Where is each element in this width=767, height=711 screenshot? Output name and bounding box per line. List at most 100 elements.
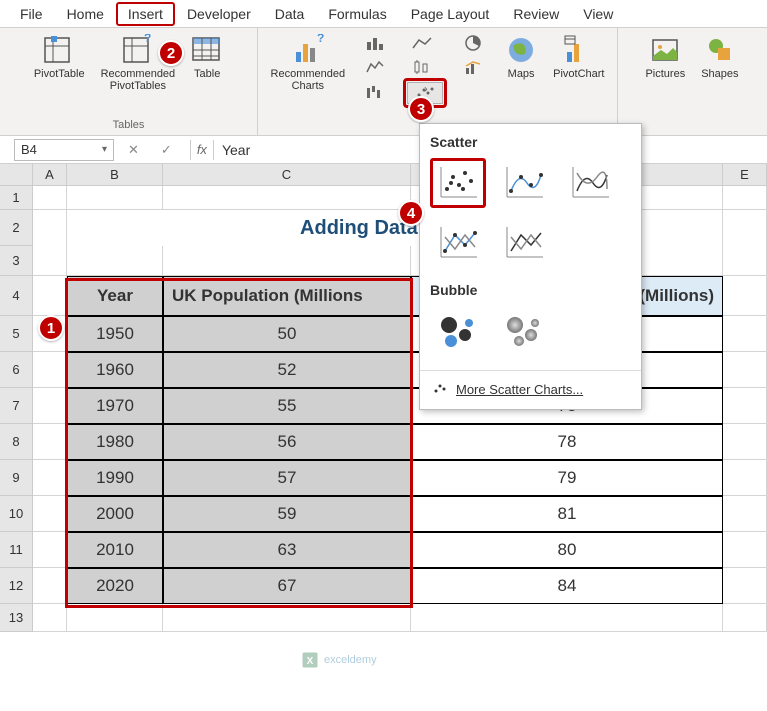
row-header[interactable]: 13 bbox=[0, 604, 33, 632]
cancel-formula-icon[interactable]: ✕ bbox=[124, 142, 143, 158]
scatter-option-smooth-markers[interactable] bbox=[496, 158, 552, 208]
data-cell[interactable]: 57 bbox=[163, 460, 411, 496]
table-icon bbox=[191, 34, 223, 66]
data-cell[interactable]: 56 bbox=[163, 424, 411, 460]
recommended-charts-icon: ? bbox=[292, 34, 324, 66]
formula-bar: B4 ▾ ✕ ✓ fx Year bbox=[0, 136, 767, 164]
data-cell[interactable]: 2000 bbox=[67, 496, 163, 532]
table-label: Table bbox=[194, 68, 220, 80]
ribbon: PivotTable ? Recommended PivotTables Tab… bbox=[0, 28, 767, 136]
waterfall-chart-button[interactable] bbox=[357, 80, 395, 102]
tab-page-layout[interactable]: Page Layout bbox=[399, 2, 502, 26]
more-scatter-label: More Scatter Charts... bbox=[456, 382, 583, 397]
shapes-label: Shapes bbox=[701, 68, 738, 80]
formula-input[interactable]: Year bbox=[214, 142, 250, 158]
recommended-charts-button[interactable]: ? Recommended Charts bbox=[267, 32, 350, 94]
shapes-button[interactable]: Shapes bbox=[697, 32, 742, 82]
data-cell[interactable]: 1970 bbox=[67, 388, 163, 424]
scatter-dropdown: Scatter Bubble More Scatter Charts... bbox=[419, 123, 642, 410]
fx-icon[interactable]: fx bbox=[190, 140, 214, 160]
line-chart-button[interactable] bbox=[403, 32, 441, 54]
row-header[interactable]: 6 bbox=[0, 352, 33, 388]
row-header[interactable]: 4 bbox=[0, 276, 33, 316]
data-cell[interactable]: 63 bbox=[163, 532, 411, 568]
data-cell[interactable]: 59 bbox=[163, 496, 411, 532]
table-button[interactable]: Table bbox=[187, 32, 227, 94]
data-cell[interactable]: 67 bbox=[163, 568, 411, 604]
row-header[interactable]: 5 bbox=[0, 316, 33, 352]
recommended-pivot-icon: ? bbox=[122, 34, 154, 66]
callout-badge-3: 3 bbox=[408, 96, 434, 122]
row-header[interactable]: 1 bbox=[0, 186, 33, 210]
scatter-option-straight-markers[interactable] bbox=[430, 218, 486, 268]
svg-text:X: X bbox=[307, 656, 314, 667]
pivot-chart-label: PivotChart bbox=[553, 68, 604, 80]
svg-text:?: ? bbox=[144, 34, 151, 45]
pivot-table-button[interactable]: PivotTable bbox=[30, 32, 89, 94]
pivot-chart-button[interactable]: PivotChart bbox=[549, 32, 608, 82]
tab-view[interactable]: View bbox=[571, 2, 625, 26]
bubble-option-3d[interactable] bbox=[496, 306, 552, 356]
pictures-button[interactable]: Pictures bbox=[641, 32, 689, 82]
row-header[interactable]: 2 bbox=[0, 210, 33, 246]
data-cell[interactable]: 2020 bbox=[67, 568, 163, 604]
bubble-option-2d[interactable] bbox=[430, 306, 486, 356]
name-box-value: B4 bbox=[21, 142, 37, 157]
scatter-option-markers[interactable] bbox=[430, 158, 486, 208]
col-header-c[interactable]: C bbox=[163, 164, 411, 186]
enter-formula-icon[interactable]: ✓ bbox=[157, 142, 176, 158]
data-cell[interactable]: 84 bbox=[411, 568, 723, 604]
row-header[interactable]: 10 bbox=[0, 496, 33, 532]
hierarchy-chart-button[interactable] bbox=[357, 56, 395, 78]
pie-chart-button[interactable] bbox=[455, 32, 493, 54]
select-all-corner[interactable] bbox=[0, 164, 33, 186]
data-cell[interactable]: 79 bbox=[411, 460, 723, 496]
maps-button[interactable]: Maps bbox=[501, 32, 541, 82]
tab-insert[interactable]: Insert bbox=[116, 2, 175, 26]
data-cell[interactable]: 81 bbox=[411, 496, 723, 532]
maps-label: Maps bbox=[508, 68, 535, 80]
row-header[interactable]: 11 bbox=[0, 532, 33, 568]
header-uk[interactable]: UK Population (Millions bbox=[163, 276, 411, 316]
scatter-option-straight[interactable] bbox=[496, 218, 552, 268]
row-header[interactable]: 8 bbox=[0, 424, 33, 460]
recommended-pivot-label: Recommended PivotTables bbox=[101, 68, 176, 92]
tab-formulas[interactable]: Formulas bbox=[316, 2, 398, 26]
row-header[interactable]: 7 bbox=[0, 388, 33, 424]
row-header[interactable]: 9 bbox=[0, 460, 33, 496]
data-cell[interactable]: 1990 bbox=[67, 460, 163, 496]
row-header[interactable]: 12 bbox=[0, 568, 33, 604]
data-cell[interactable]: 1980 bbox=[67, 424, 163, 460]
tab-data[interactable]: Data bbox=[263, 2, 317, 26]
tab-home[interactable]: Home bbox=[55, 2, 116, 26]
col-header-a[interactable]: A bbox=[33, 164, 67, 186]
recommended-charts-label: Recommended Charts bbox=[271, 68, 346, 92]
data-cell[interactable]: 78 bbox=[411, 424, 723, 460]
data-cell[interactable]: 1950 bbox=[67, 316, 163, 352]
scatter-option-smooth[interactable] bbox=[562, 158, 618, 208]
tab-file[interactable]: File bbox=[8, 2, 55, 26]
data-cell[interactable]: 80 bbox=[411, 532, 723, 568]
statistic-chart-button[interactable] bbox=[403, 56, 441, 78]
scatter-more-icon bbox=[432, 381, 448, 397]
tab-review[interactable]: Review bbox=[501, 2, 571, 26]
col-header-e[interactable]: E bbox=[723, 164, 767, 186]
chevron-down-icon: ▾ bbox=[102, 144, 107, 155]
spreadsheet-grid: A B C D E 1 2Adding Data Marker 3 4YearU… bbox=[0, 164, 767, 632]
name-box[interactable]: B4 ▾ bbox=[14, 139, 114, 161]
data-cell[interactable]: 1960 bbox=[67, 352, 163, 388]
data-cell[interactable]: 52 bbox=[163, 352, 411, 388]
column-chart-button[interactable] bbox=[357, 32, 395, 54]
data-cell[interactable]: 50 bbox=[163, 316, 411, 352]
more-scatter-charts[interactable]: More Scatter Charts... bbox=[420, 375, 641, 403]
col-header-b[interactable]: B bbox=[67, 164, 163, 186]
dropdown-section-bubble: Bubble bbox=[420, 278, 641, 306]
row-header[interactable]: 3 bbox=[0, 246, 33, 276]
data-cell[interactable]: 55 bbox=[163, 388, 411, 424]
header-year[interactable]: Year bbox=[67, 276, 163, 316]
pictures-label: Pictures bbox=[645, 68, 685, 80]
tab-developer[interactable]: Developer bbox=[175, 2, 263, 26]
pivot-table-icon bbox=[43, 34, 75, 66]
combo-chart-button[interactable] bbox=[455, 56, 493, 78]
data-cell[interactable]: 2010 bbox=[67, 532, 163, 568]
